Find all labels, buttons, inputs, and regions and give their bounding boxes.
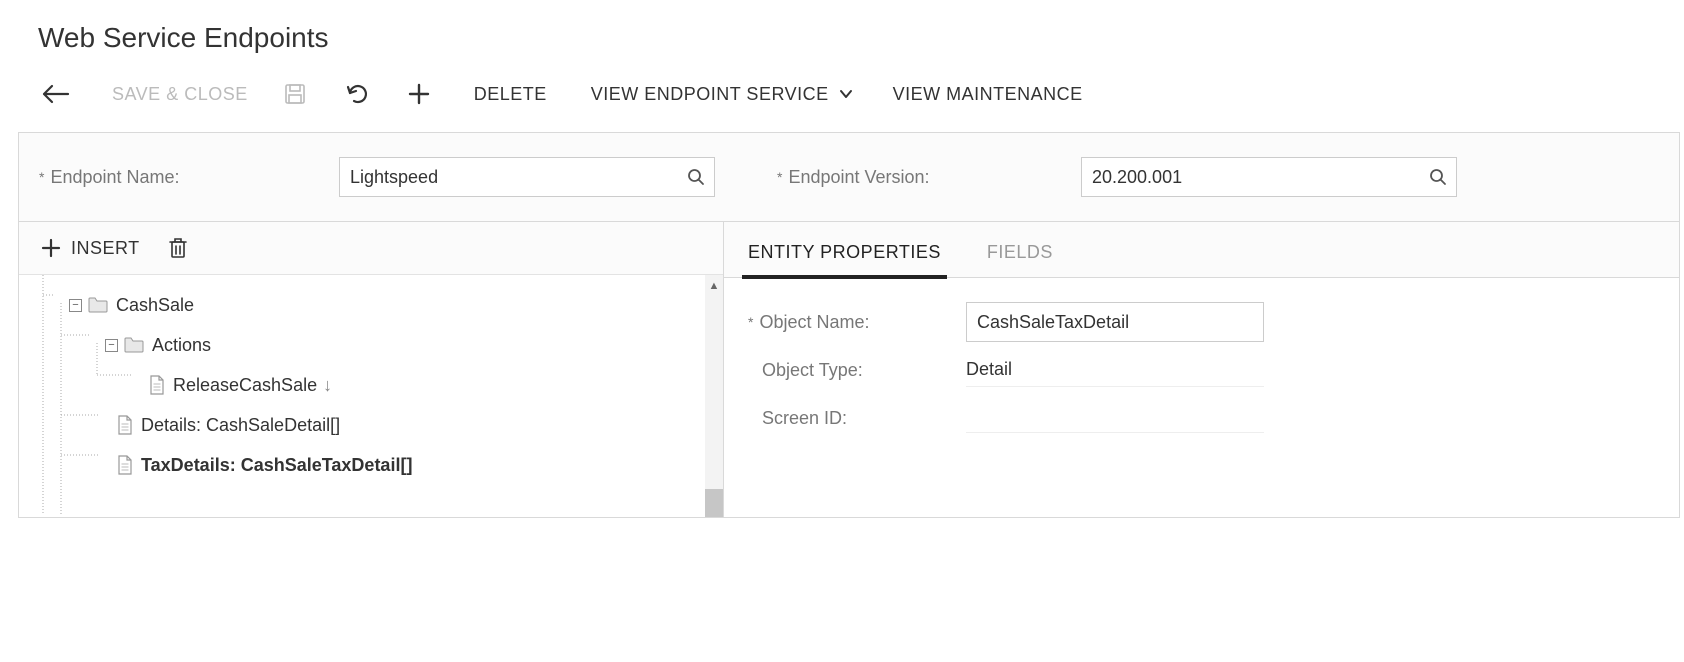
lookup-icon[interactable] bbox=[1429, 168, 1447, 186]
undo-icon bbox=[346, 83, 372, 105]
split-panel: INSERT ▲ − bbox=[19, 221, 1679, 517]
trash-icon bbox=[168, 236, 188, 260]
document-icon bbox=[149, 375, 165, 395]
endpoint-name-label: * Endpoint Name: bbox=[39, 167, 339, 188]
header-form: * Endpoint Name: * Endpoint Version: bbox=[19, 133, 1679, 221]
object-name-input[interactable] bbox=[966, 302, 1264, 342]
inherited-down-arrow-icon: ↓ bbox=[323, 375, 332, 396]
tree-node-label: ReleaseCashSale bbox=[173, 375, 317, 396]
object-type-label-text: Object Type: bbox=[762, 360, 863, 381]
required-star-icon: * bbox=[777, 169, 782, 185]
view-endpoint-service-button[interactable]: VIEW ENDPOINT SERVICE bbox=[591, 78, 853, 110]
insert-label: INSERT bbox=[71, 238, 140, 259]
tree-collapse-icon[interactable]: − bbox=[69, 299, 82, 312]
tree-node-details[interactable]: Details: CashSaleDetail[] bbox=[35, 405, 723, 445]
required-star-icon: * bbox=[39, 169, 44, 185]
tree-node-label: CashSale bbox=[116, 295, 194, 316]
endpoint-version-label-text: Endpoint Version: bbox=[788, 167, 929, 188]
tree-pane: INSERT ▲ − bbox=[19, 222, 724, 517]
object-name-row: * Object Name: bbox=[748, 298, 1679, 346]
object-name-label-text: Object Name: bbox=[759, 312, 869, 333]
save-button[interactable] bbox=[284, 78, 306, 110]
tree-node-taxdetails[interactable]: TaxDetails: CashSaleTaxDetail[] bbox=[35, 445, 723, 485]
object-name-label: * Object Name: bbox=[748, 312, 966, 333]
undo-button[interactable] bbox=[346, 78, 372, 110]
tree-node-releasecashsale[interactable]: ReleaseCashSale ↓ bbox=[35, 365, 723, 405]
folder-icon bbox=[124, 337, 144, 353]
delete-label: DELETE bbox=[474, 84, 547, 105]
add-button[interactable] bbox=[408, 78, 430, 110]
endpoint-version-label: * Endpoint Version: bbox=[777, 167, 1081, 188]
folder-icon bbox=[88, 297, 108, 313]
scrollbar-thumb[interactable] bbox=[705, 489, 723, 517]
back-button[interactable] bbox=[42, 78, 70, 110]
endpoint-name-input[interactable] bbox=[339, 157, 715, 197]
properties-pane: ENTITY PROPERTIES FIELDS * Object Name: … bbox=[724, 222, 1679, 517]
view-maintenance-label: VIEW MAINTENANCE bbox=[893, 84, 1083, 105]
back-arrow-icon bbox=[42, 84, 70, 104]
floppy-save-icon bbox=[284, 83, 306, 105]
document-icon bbox=[117, 415, 133, 435]
entity-properties-form: * Object Name: Object Type: Detail Scree… bbox=[724, 278, 1679, 442]
screen-id-value bbox=[966, 403, 1264, 433]
tree-toolbar: INSERT bbox=[19, 222, 723, 275]
endpoint-version-group: * Endpoint Version: bbox=[777, 157, 1457, 197]
document-icon bbox=[117, 455, 133, 475]
scroll-up-arrow-icon[interactable]: ▲ bbox=[705, 275, 723, 297]
view-endpoint-service-label: VIEW ENDPOINT SERVICE bbox=[591, 84, 829, 105]
required-star-icon: * bbox=[748, 314, 753, 330]
page-title: Web Service Endpoints bbox=[0, 0, 1684, 78]
plus-icon bbox=[408, 83, 430, 105]
object-type-label: Object Type: bbox=[748, 360, 966, 381]
screen-id-row: Screen ID: bbox=[748, 394, 1679, 442]
screen-id-label: Screen ID: bbox=[748, 408, 966, 429]
tab-fields[interactable]: FIELDS bbox=[985, 234, 1055, 277]
delete-node-button[interactable] bbox=[168, 236, 188, 260]
save-and-close-button[interactable]: SAVE & CLOSE bbox=[112, 78, 248, 110]
lookup-icon[interactable] bbox=[687, 168, 705, 186]
tree-node-label: Actions bbox=[152, 335, 211, 356]
toolbar: SAVE & CLOSE DELETE VIEW ENDPOINT SERVIC… bbox=[0, 78, 1684, 132]
save-and-close-label: SAVE & CLOSE bbox=[112, 84, 248, 105]
content-panel: * Endpoint Name: * Endpoint Version: bbox=[18, 132, 1680, 518]
scrollbar-track[interactable]: ▲ bbox=[705, 275, 723, 517]
endpoint-name-group: * Endpoint Name: bbox=[39, 157, 715, 197]
screen-id-label-text: Screen ID: bbox=[762, 408, 847, 429]
tree-node-label: TaxDetails: CashSaleTaxDetail[] bbox=[141, 455, 412, 476]
tree-node-cashsale[interactable]: − CashSale bbox=[35, 285, 723, 325]
entity-tree: ▲ − CashSale − Actions bbox=[19, 275, 723, 517]
endpoint-version-input[interactable] bbox=[1081, 157, 1457, 197]
tree-node-actions[interactable]: − Actions bbox=[35, 325, 723, 365]
tab-entity-properties[interactable]: ENTITY PROPERTIES bbox=[746, 234, 943, 277]
insert-button[interactable]: INSERT bbox=[41, 238, 140, 259]
chevron-down-icon bbox=[839, 89, 853, 99]
plus-icon bbox=[41, 238, 61, 258]
view-maintenance-button[interactable]: VIEW MAINTENANCE bbox=[893, 78, 1083, 110]
tree-collapse-icon[interactable]: − bbox=[105, 339, 118, 352]
object-type-row: Object Type: Detail bbox=[748, 346, 1679, 394]
endpoint-name-label-text: Endpoint Name: bbox=[50, 167, 179, 188]
object-type-value: Detail bbox=[966, 353, 1264, 387]
properties-tabs: ENTITY PROPERTIES FIELDS bbox=[724, 222, 1679, 278]
tree-node-label: Details: CashSaleDetail[] bbox=[141, 415, 340, 436]
delete-button[interactable]: DELETE bbox=[474, 78, 547, 110]
